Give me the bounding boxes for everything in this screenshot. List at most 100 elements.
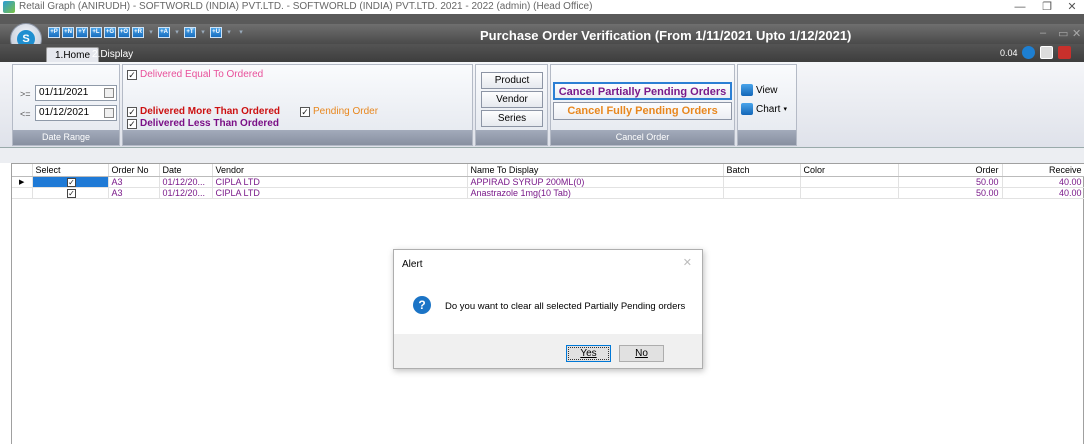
app-header-strip: [0, 14, 1084, 24]
qat-dropdown-icon[interactable]: ▾: [146, 27, 156, 38]
filter-caption: [123, 130, 472, 145]
cancel-fully-pending-button[interactable]: Cancel Fully Pending Orders: [553, 102, 732, 120]
qat-button-o[interactable]: +O: [118, 27, 130, 38]
grouping-caption: [476, 130, 547, 145]
date-range-caption: Date Range: [13, 130, 119, 145]
chevron-down-icon: ▾: [783, 106, 787, 113]
minimize-button[interactable]: —: [1010, 0, 1030, 14]
date-cell: 01/12/20...: [159, 176, 213, 188]
calendar-icon[interactable]: [104, 88, 114, 98]
table-row[interactable]: ▶ ✓ A3 01/12/20... CIPLA LTD APPIRAD SYR…: [12, 176, 1084, 188]
table-header-row: Select Order No Date Vendor Name To Disp…: [12, 164, 1084, 177]
batch-cell: [723, 187, 801, 199]
chart-button[interactable]: Chart ▾: [741, 103, 787, 115]
series-button[interactable]: Series: [481, 110, 543, 127]
help-icon[interactable]: [1022, 46, 1035, 59]
inner-window-title: Purchase Order Verification (From 1/11/2…: [480, 28, 852, 43]
order-no-cell: A3: [108, 176, 160, 188]
cancel-order-group: Cancel Partially Pending Orders Cancel F…: [550, 64, 735, 146]
qat-dropdown-icon[interactable]: ▾: [224, 27, 234, 38]
column-header-receive[interactable]: Receive: [1002, 164, 1084, 177]
view-button[interactable]: View: [741, 84, 778, 96]
row-select-checkbox[interactable]: ✓: [67, 188, 76, 197]
no-label: No: [635, 348, 648, 359]
to-date-picker[interactable]: 01/12/2021: [35, 105, 117, 121]
delivered-equal-checkbox[interactable]: ✓ Delivered Equal To Ordered: [127, 69, 263, 80]
column-header-vendor[interactable]: Vendor: [212, 164, 468, 177]
status-value: 0.04: [1000, 48, 1018, 58]
order-table: Select Order No Date Vendor Name To Disp…: [12, 164, 1084, 199]
checkbox-check-icon: ✓: [300, 106, 310, 117]
column-header-color[interactable]: Color: [800, 164, 899, 177]
order-cell: 50.00: [898, 187, 1003, 199]
ribbon-tab-row: [0, 44, 1084, 62]
calendar-icon[interactable]: [104, 108, 114, 118]
dialog-title: Alert: [402, 259, 423, 270]
qat-dropdown-icon[interactable]: ▾: [198, 27, 208, 38]
column-header-batch[interactable]: Batch: [723, 164, 801, 177]
report-icon[interactable]: [1058, 46, 1071, 59]
chart-icon: [741, 103, 753, 115]
settings-icon[interactable]: [1040, 46, 1053, 59]
dialog-close-button[interactable]: ✕: [683, 256, 692, 269]
tab-display[interactable]: 2.Display: [84, 47, 141, 62]
delivered-less-checkbox[interactable]: ✓ Delivered Less Than Ordered: [127, 118, 279, 129]
mdi-close-icon[interactable]: ✕: [1072, 27, 1081, 40]
receive-cell: 40.00: [1002, 176, 1084, 188]
row-select-checkbox[interactable]: ✓: [67, 177, 76, 186]
qat-button-r[interactable]: +R: [132, 27, 144, 38]
qat-button-g[interactable]: +G: [104, 27, 116, 38]
from-date-picker[interactable]: 01/11/2021: [35, 85, 117, 101]
table-row[interactable]: ✓ A3 01/12/20... CIPLA LTD Anastrazole 1…: [12, 187, 1084, 199]
qat-button-t[interactable]: +T: [184, 27, 196, 38]
pending-order-checkbox[interactable]: ✓ Pending Order: [300, 106, 378, 117]
qat-dropdown-icon[interactable]: ▾: [172, 27, 182, 38]
checkbox-check-icon: ✓: [127, 69, 137, 80]
vendor-cell: CIPLA LTD: [212, 176, 468, 188]
checkbox-check-icon: ✓: [127, 118, 137, 129]
alert-dialog: Alert ✕ ? Do you want to clear all selec…: [393, 249, 703, 369]
maximize-button[interactable]: ❐: [1037, 0, 1057, 14]
delivered-more-checkbox[interactable]: ✓ Delivered More Than Ordered: [127, 106, 280, 117]
yes-label: Yes: [580, 348, 597, 359]
qat-button-p[interactable]: +P: [48, 27, 60, 38]
qat-button-l[interactable]: +L: [90, 27, 102, 38]
color-cell: [800, 187, 899, 199]
app-logo-icon: [3, 1, 15, 13]
from-operator: >=: [20, 89, 31, 99]
vendor-button[interactable]: Vendor: [481, 91, 543, 108]
mdi-minimize-icon[interactable]: –: [1040, 27, 1046, 39]
no-button[interactable]: No: [619, 345, 664, 362]
cancel-partially-pending-button[interactable]: Cancel Partially Pending Orders: [553, 82, 732, 100]
select-cell[interactable]: ✓: [32, 187, 109, 199]
row-indicator-header: [12, 164, 33, 177]
product-button[interactable]: Product: [481, 72, 543, 89]
vendor-cell: CIPLA LTD: [212, 187, 468, 199]
qat-button-n[interactable]: +N: [62, 27, 74, 38]
column-header-order-no[interactable]: Order No: [108, 164, 160, 177]
select-cell[interactable]: ✓: [32, 176, 109, 188]
qat-button-u[interactable]: +U: [210, 27, 222, 38]
checkbox-check-icon: ✓: [127, 106, 137, 117]
window-title: Retail Graph (ANIRUDH) - SOFTWORLD (INDI…: [19, 1, 593, 12]
column-header-date[interactable]: Date: [159, 164, 213, 177]
cancel-order-caption: Cancel Order: [551, 130, 734, 145]
qat-button-y[interactable]: +Y: [76, 27, 88, 38]
column-header-order[interactable]: Order: [898, 164, 1003, 177]
order-no-cell: A3: [108, 187, 160, 199]
to-date-value: 01/12/2021: [39, 107, 90, 118]
name-cell: APPIRAD SYRUP 200ML(0): [467, 176, 724, 188]
column-header-name[interactable]: Name To Display: [467, 164, 724, 177]
view-icon: [741, 84, 753, 96]
close-window-button[interactable]: ✕: [1062, 0, 1082, 14]
qat-customize-icon[interactable]: ▾: [236, 27, 246, 38]
mdi-maximize-icon[interactable]: ▭: [1058, 27, 1068, 40]
date-cell: 01/12/20...: [159, 187, 213, 199]
qat-button-a[interactable]: +A: [158, 27, 170, 38]
dialog-message: Do you want to clear all selected Partia…: [445, 301, 686, 312]
name-cell: Anastrazole 1mg(10 Tab): [467, 187, 724, 199]
column-header-select[interactable]: Select: [32, 164, 109, 177]
yes-button[interactable]: Yes: [566, 345, 611, 362]
filter-group: ✓ Delivered Equal To Ordered ✓ Delivered M…: [122, 64, 473, 146]
grid-separator: [0, 148, 1084, 163]
